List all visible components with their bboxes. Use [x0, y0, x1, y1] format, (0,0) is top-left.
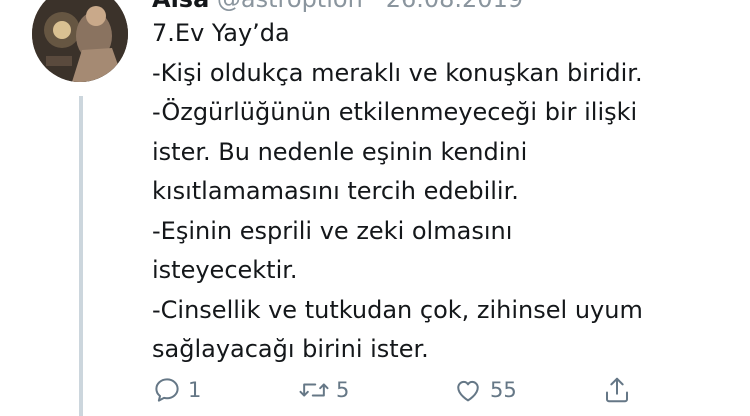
share-button[interactable]	[602, 370, 632, 410]
tweet-line: kısıtlamamasını tercih edebilir.	[152, 177, 519, 205]
author-name[interactable]: Aisa	[152, 0, 209, 13]
tweet-line: ister. Bu nedenle eşinin kendini	[152, 137, 528, 166]
avatar-image	[32, 0, 128, 82]
retweet-button[interactable]: 5	[298, 370, 349, 410]
tweet-header: Aisa @astroption · 26.08.2019	[152, 0, 523, 14]
tweet-date[interactable]: 26.08.2019	[386, 0, 523, 13]
like-count: 55	[490, 378, 517, 402]
tweet-line: -Eşinin esprili ve zeki olmasını	[152, 216, 513, 245]
heart-icon	[457, 380, 479, 402]
avatar[interactable]	[32, 0, 128, 82]
retweet-count: 5	[336, 378, 350, 402]
reply-button[interactable]: 1	[152, 370, 201, 410]
share-icon	[606, 377, 628, 403]
thread-line	[79, 96, 83, 416]
tweet-line: isteyecektir.	[152, 256, 298, 284]
tweet-line: 7.Ev Yay’da	[152, 19, 290, 47]
separator-dot: ·	[370, 0, 378, 13]
tweet-actions: 1 5 55	[152, 370, 742, 410]
tweet-line: -Cinsellik ve tutkudan çok, zihinsel uyu…	[152, 295, 643, 324]
tweet-line: sağlayacağı birini ister.	[152, 335, 429, 363]
reply-count: 1	[188, 378, 202, 402]
retweet-icon	[299, 383, 329, 397]
tweet-line: -Kişi oldukça meraklı ve konuşkan biridi…	[152, 58, 643, 87]
like-button[interactable]: 55	[452, 370, 517, 410]
author-handle[interactable]: @astroption	[217, 0, 363, 13]
tweet-line: -Özgürlüğünün etkilenmeyeceği bir ilişki	[152, 98, 638, 126]
tweet-text: 7.Ev Yay’da -Kişi oldukça meraklı ve kon…	[152, 14, 742, 370]
reply-icon	[155, 378, 179, 402]
